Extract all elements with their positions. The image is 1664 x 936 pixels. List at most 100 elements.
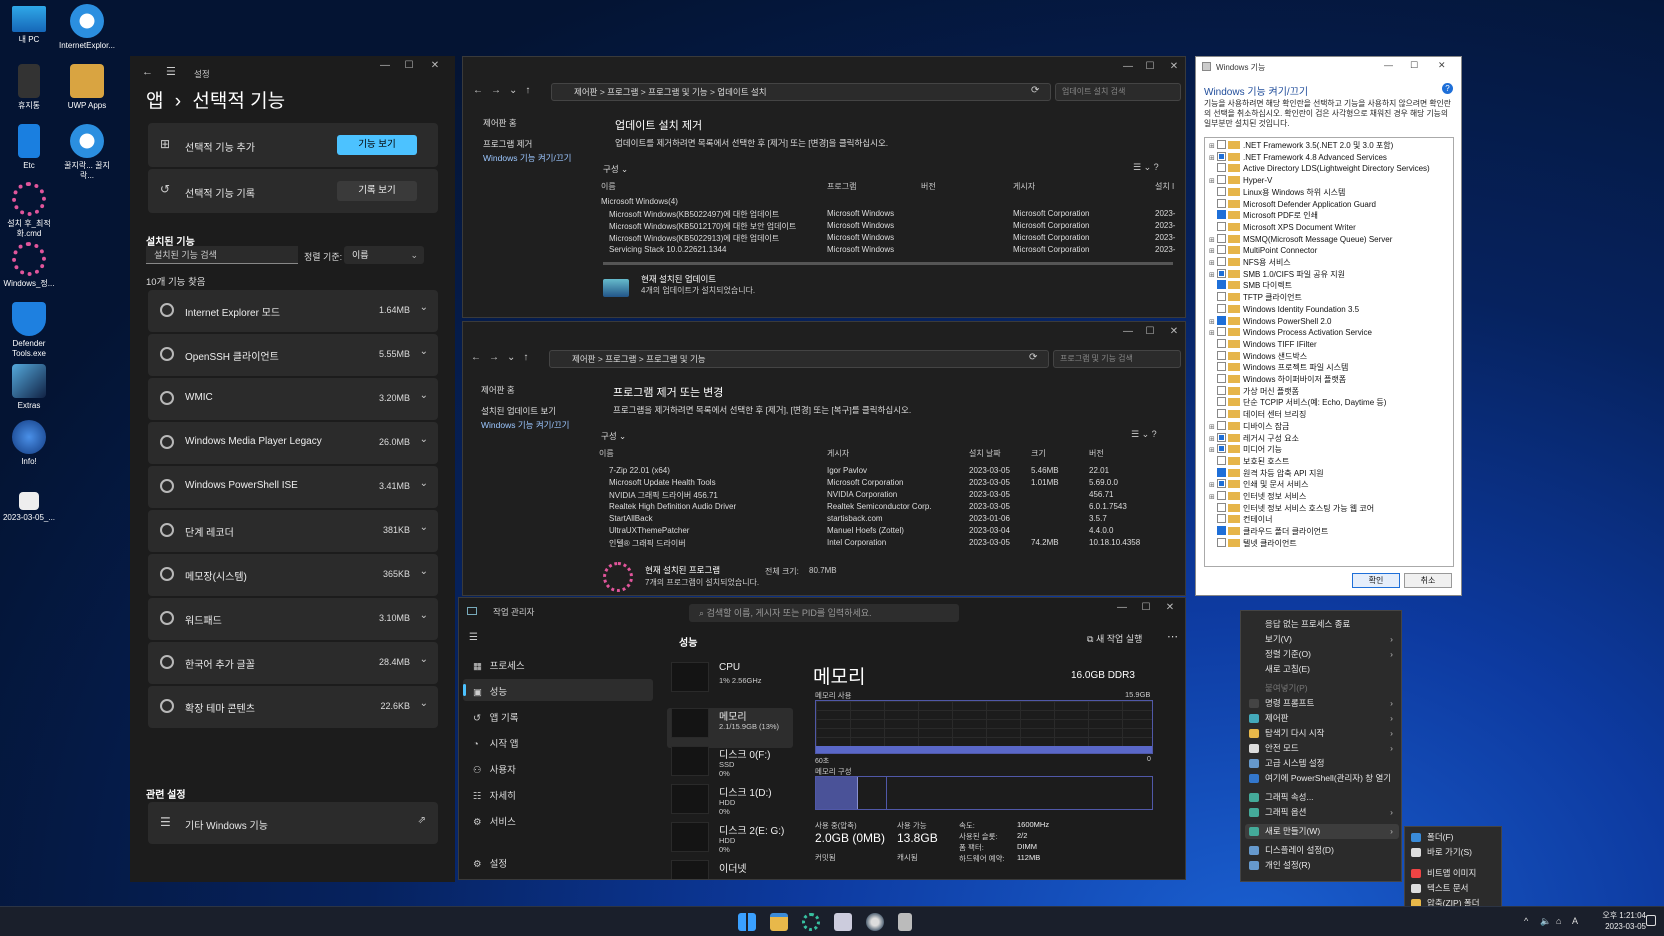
feature-checkbox[interactable] — [1217, 315, 1226, 325]
feature-tree-item[interactable]: 컨테이너 — [1209, 514, 1272, 525]
h-scrollbar[interactable] — [603, 262, 1173, 265]
perf-item[interactable]: 이더넷 — [671, 858, 793, 879]
desktop-icon-defender[interactable]: Defender Tools.exe — [0, 302, 58, 359]
feature-tree-item[interactable]: Windows TIFF IFilter — [1209, 338, 1317, 350]
expand-icon[interactable]: ⊞ — [1209, 176, 1217, 187]
feature-tree-item[interactable]: 단순 TCPIP 서비스(예: Echo, Daytime 등) — [1209, 397, 1386, 408]
expand-icon[interactable]: ⊞ — [1209, 235, 1217, 246]
perf-item[interactable]: 디스크 2(E: G:) HDD 0% — [671, 820, 793, 860]
context-menu-item[interactable]: 그래픽 옵션 › — [1245, 805, 1399, 820]
feature-checkbox[interactable] — [1217, 233, 1226, 243]
col-publisher[interactable]: 게시자 — [1013, 181, 1035, 192]
task-manager-icon[interactable] — [834, 913, 852, 931]
program-name[interactable]: StartAllBack — [609, 514, 653, 523]
feature-checkbox[interactable] — [1217, 455, 1226, 465]
expand-icon[interactable]: ⊞ — [1209, 492, 1217, 503]
context-menu-item[interactable]: 디스플레이 설정(D) — [1245, 843, 1399, 858]
nav-services[interactable]: ⚙ 서비스 — [473, 814, 516, 828]
nav-control-panel-home[interactable]: 제어판 홈 — [483, 117, 517, 129]
view-options-icon[interactable]: ☰ ⌄ ? — [1131, 429, 1157, 440]
feature-item[interactable]: OpenSSH 클라이언트 5.55MB ⌄ — [148, 334, 438, 376]
refresh-icon[interactable]: ⟳ — [1029, 352, 1037, 363]
nav-arrows[interactable]: ←→⌄↑ — [473, 85, 538, 96]
feature-tree-item[interactable]: Windows 하이퍼바이저 플랫폼 — [1209, 374, 1346, 385]
desktop-icon-windows[interactable]: Windows_정... — [0, 242, 58, 289]
feature-item[interactable]: Windows PowerShell ISE 3.41MB ⌄ — [148, 466, 438, 508]
context-menu-item[interactable]: 보기(V) › — [1245, 632, 1399, 647]
feature-checkbox[interactable] — [1217, 151, 1226, 161]
context-menu-item[interactable]: 명령 프롬프트 › — [1245, 696, 1399, 711]
breadcrumb-4[interactable]: 업데이트 설치 — [717, 87, 766, 97]
context-menu-item[interactable]: 그래픽 속성... — [1245, 790, 1399, 805]
feature-tree-item[interactable]: Microsoft PDF로 인쇄 — [1209, 210, 1318, 221]
context-menu-item[interactable]: 안전 모드 › — [1245, 741, 1399, 756]
feature-checkbox[interactable] — [1217, 292, 1226, 302]
feature-tree-item[interactable]: ⊞ .NET Framework 4.8 Advanced Services — [1209, 151, 1387, 164]
feature-tree-item[interactable]: Windows Identity Foundation 3.5 — [1209, 303, 1359, 315]
ok-button[interactable]: 확인 — [1352, 573, 1400, 588]
feature-item[interactable]: 단계 레코더 381KB ⌄ — [148, 510, 438, 552]
feature-tree-item[interactable]: ⊞ NFS용 서비스 — [1209, 257, 1291, 268]
chevron-down-icon[interactable]: ⌄ — [420, 654, 428, 665]
expand-icon[interactable]: ⊞ — [1209, 434, 1217, 445]
nav-uninstall-program[interactable]: 프로그램 제거 — [483, 138, 532, 150]
program-name[interactable]: UltraUXThemePatcher — [609, 526, 689, 535]
installed-search-input[interactable]: 설치된 기능 검색 — [146, 246, 298, 264]
feature-checkbox[interactable] — [1217, 409, 1226, 419]
feature-tree-item[interactable]: SMB 다이렉트 — [1209, 280, 1292, 291]
view-history-button[interactable]: 기록 보기 — [337, 181, 417, 201]
feature-checkbox[interactable] — [1217, 175, 1226, 185]
context-menu-item[interactable]: 탐색기 다시 시작 › — [1245, 726, 1399, 741]
feature-checkbox[interactable] — [1217, 537, 1226, 547]
feature-checkbox[interactable] — [1217, 245, 1226, 255]
volume-icon[interactable]: 🔈 — [1540, 916, 1551, 927]
feature-checkbox[interactable] — [1217, 397, 1226, 407]
feature-item[interactable]: WMIC 3.20MB ⌄ — [148, 378, 438, 420]
feature-checkbox[interactable] — [1217, 479, 1226, 489]
nav-arrows[interactable]: ←→⌄↑ — [471, 352, 536, 363]
feature-item[interactable]: Internet Explorer 모드 1.64MB ⌄ — [148, 290, 438, 332]
feature-tree-item[interactable]: Microsoft XPS Document Writer — [1209, 221, 1356, 233]
expand-icon[interactable]: ⊞ — [1209, 153, 1217, 164]
feature-tree-item[interactable]: Linux용 Windows 하위 시스템 — [1209, 186, 1345, 198]
breadcrumb-app[interactable]: 앱 — [146, 91, 163, 112]
desktop-icon-setup-cmd[interactable]: 설치 후_최적화.cmd — [0, 182, 58, 239]
col-publisher[interactable]: 게시자 — [827, 448, 849, 459]
search-input[interactable]: 업데이트 설치 검색 — [1055, 83, 1181, 101]
feature-checkbox[interactable] — [1217, 526, 1226, 536]
col-name[interactable]: 이름 — [599, 448, 614, 459]
more-options-icon[interactable]: ⋯ — [1167, 630, 1178, 643]
feature-tree-item[interactable]: Windows 샌드박스 — [1209, 350, 1307, 362]
chevron-down-icon[interactable]: ⌄ — [420, 302, 428, 313]
new-task-button[interactable]: ⧉ 새 작업 실행 — [1087, 632, 1142, 645]
col-installed[interactable]: 설치 I — [1155, 181, 1174, 192]
feature-checkbox[interactable] — [1217, 432, 1226, 442]
feature-tree-item[interactable]: 가상 머신 플랫폼 — [1209, 385, 1299, 397]
nav-users[interactable]: ⚇ 사용자 — [473, 762, 516, 776]
feature-checkbox[interactable] — [1217, 268, 1226, 278]
feature-checkbox[interactable] — [1217, 502, 1226, 512]
context-menu-item[interactable]: 고급 시스템 설정 — [1245, 756, 1399, 771]
feature-checkbox[interactable] — [1217, 385, 1226, 395]
desktop-icon-this-pc[interactable]: 내 PC — [0, 4, 58, 45]
nav-control-panel-home[interactable]: 제어판 홈 — [481, 384, 515, 396]
breadcrumb-3[interactable]: 프로그램 및 기능 — [648, 87, 707, 97]
feature-checkbox[interactable] — [1217, 491, 1226, 500]
col-version[interactable]: 버전 — [921, 181, 936, 192]
clock-date[interactable]: 2023-03-05 — [1586, 922, 1646, 931]
feature-item[interactable]: 메모장(시스템) 365KB ⌄ — [148, 554, 438, 596]
col-name[interactable]: 이름 — [601, 181, 616, 192]
search-input[interactable]: 프로그램 및 기능 검색 — [1053, 350, 1181, 368]
update-name[interactable]: Microsoft Windows(KB5022497)에 대한 업데이트 — [609, 209, 779, 220]
nav-windows-features[interactable]: Windows 기능 켜기/끄기 — [481, 419, 570, 431]
hamburger-icon[interactable]: ☰ — [166, 65, 176, 78]
nav-windows-features[interactable]: Windows 기능 켜기/끄기 — [483, 152, 572, 164]
feature-tree-item[interactable]: ⊞ 디바이스 잠금 — [1209, 420, 1289, 432]
feature-checkbox[interactable] — [1217, 350, 1226, 360]
feature-tree-item[interactable]: ⊞ 레거시 구성 요소 — [1209, 432, 1299, 445]
refresh-icon[interactable]: ⟳ — [1031, 85, 1039, 96]
feature-tree-item[interactable]: 보호된 호스트 — [1209, 455, 1289, 467]
nav-details[interactable]: ☷ 자세히 — [473, 788, 516, 802]
program-name[interactable]: 인텔® 그래픽 드라이버 — [609, 538, 686, 549]
chevron-down-icon[interactable]: ⌄ — [420, 434, 428, 445]
